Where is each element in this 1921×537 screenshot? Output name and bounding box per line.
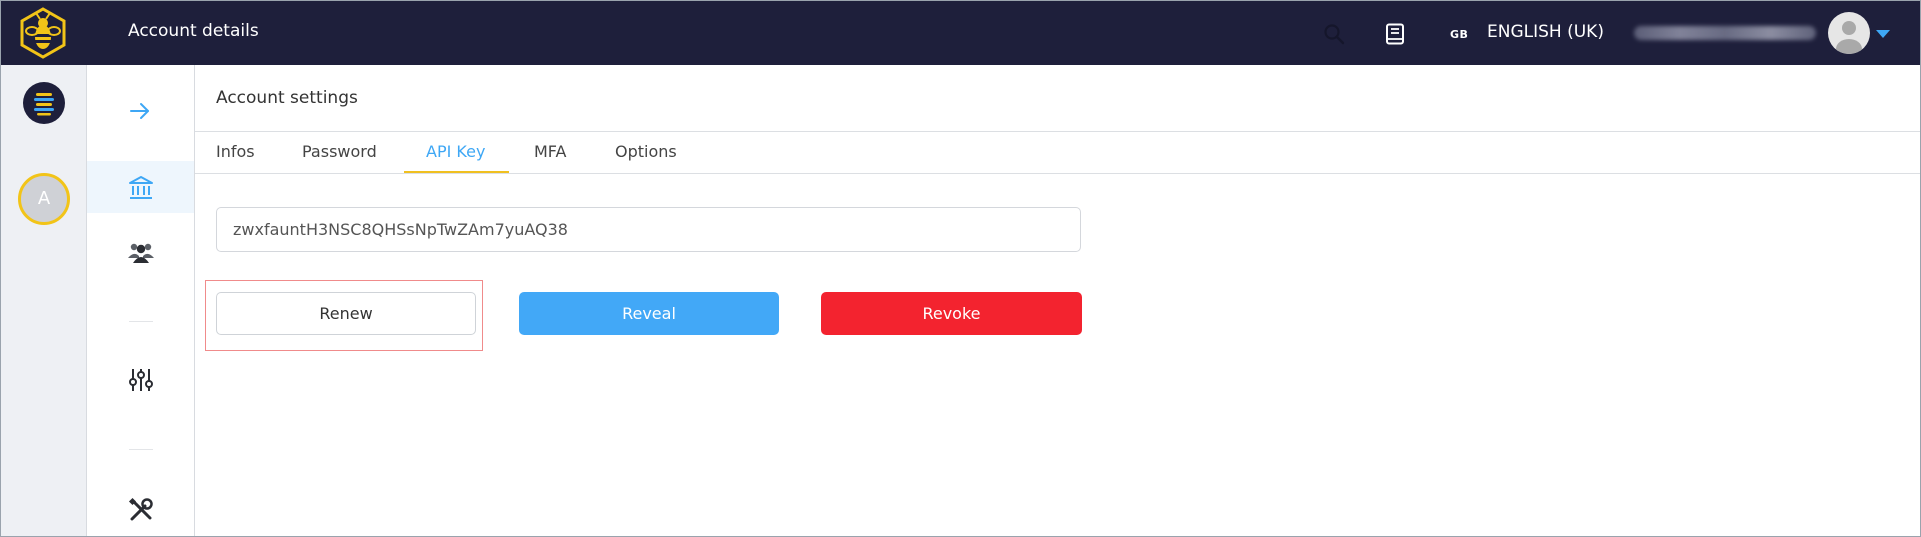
page-title: Account details [128,21,259,41]
divider [195,131,1920,132]
language-selector[interactable]: ENGLISH (UK) [1487,22,1604,42]
section-title: Account settings [216,88,358,108]
app-window: Account details GB ENGLISH (UK) A Accoun… [0,0,1921,537]
nav-divider [129,449,153,450]
search-icon[interactable] [1323,23,1345,45]
reveal-button[interactable]: Reveal [519,292,779,335]
caret-down-icon[interactable] [1876,30,1890,38]
user-avatar-icon[interactable] [1828,12,1870,54]
nav-item-settings[interactable] [87,353,194,405]
bee-logo-icon[interactable] [17,7,69,59]
users-icon [128,243,154,263]
side-nav [87,65,195,536]
bank-icon [129,176,153,199]
api-key-field[interactable] [216,207,1081,252]
left-rail: A [1,65,87,536]
tools-icon [128,497,153,521]
book-icon[interactable] [1384,23,1406,45]
user-name-blurred[interactable] [1634,26,1816,40]
nav-item-account[interactable] [87,161,194,213]
nav-item-users[interactable] [87,225,194,277]
revoke-button[interactable]: Revoke [821,292,1082,335]
tabs-divider [195,173,1920,174]
language-code[interactable]: GB [1450,28,1468,41]
top-bar: Account details GB ENGLISH (UK) [1,1,1920,65]
arrow-right-icon [130,103,149,119]
avatar-letter: A [37,188,51,209]
workspace-avatar[interactable]: A [18,173,70,225]
nav-item-tools[interactable] [87,483,194,535]
renew-button[interactable]: Renew [216,292,476,335]
nav-expand[interactable] [87,85,194,137]
main-content: Account settings Infos Password API Key … [195,65,1920,536]
nav-divider [129,321,153,322]
hive-logo-icon[interactable] [23,82,65,124]
sliders-icon [129,369,153,391]
